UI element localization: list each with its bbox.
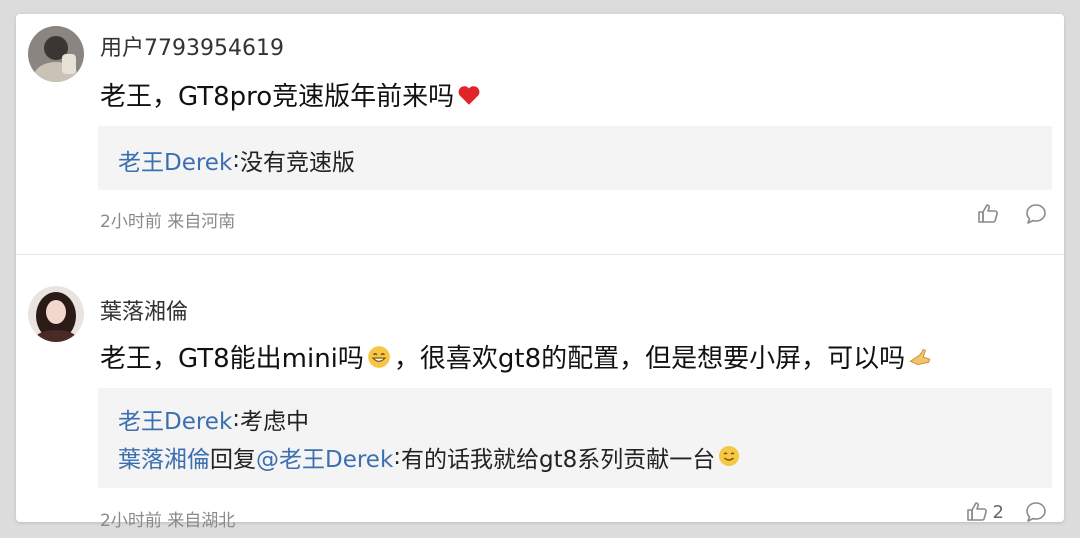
praying-hands-icon	[907, 344, 933, 370]
username[interactable]: 用户7793954619	[100, 30, 284, 62]
time-location: 2小时前 来自河南	[100, 212, 236, 232]
reply-separator: :	[393, 444, 402, 470]
reply-line: 老王Derek: 没有竞速版	[118, 143, 355, 177]
avatar[interactable]	[28, 286, 84, 342]
comment-card: 用户7793954619 老王，GT8pro竞速版年前来吗 老王Derek: 没有…	[16, 14, 1064, 531]
comment-item: 用户7793954619 老王，GT8pro竞速版年前来吗 老王Derek: 没有…	[16, 14, 1064, 254]
mention-link[interactable]: @老王Derek	[256, 440, 393, 474]
like-button[interactable]: 2	[965, 500, 1004, 524]
reply-content: 考虑中	[240, 409, 310, 435]
reply-separator: :	[232, 406, 241, 432]
grin-face-icon	[366, 344, 392, 370]
comment-item: 葉落湘倫 老王，GT8能出mini吗 ，很喜欢gt8的配置，但是想要小屏，可以吗	[16, 258, 1064, 531]
reply-button[interactable]	[1024, 202, 1048, 226]
thumbs-up-icon	[965, 500, 989, 524]
comment-text-part2: ，很喜欢gt8的配置，但是想要小屏，可以吗	[393, 344, 906, 374]
comment-bubble-icon	[1024, 500, 1048, 524]
reply-verb: 回复	[210, 447, 256, 473]
reply-box[interactable]: 老王Derek: 考虑中 葉落湘倫 回复 @老王Derek: 有的话我就给gt8系列贡献…	[98, 388, 1052, 488]
reply-separator: :	[232, 147, 241, 173]
reply-author-link[interactable]: 老王Derek	[118, 143, 232, 177]
username[interactable]: 葉落湘倫	[100, 294, 188, 326]
like-count: 2	[992, 501, 1004, 523]
comment-text-part1: 老王，GT8能出mini吗	[100, 344, 364, 374]
avatar[interactable]	[28, 26, 84, 82]
reply-line: 葉落湘倫 回复 @老王Derek: 有的话我就给gt8系列贡献一台	[118, 440, 745, 474]
time-location: 2小时前 来自湖北	[100, 511, 236, 531]
like-button[interactable]	[976, 202, 1004, 226]
comment-text: 老王，GT8能出mini吗 ，很喜欢gt8的配置，但是想要小屏，可以吗	[100, 338, 935, 375]
reply-author-link[interactable]: 老王Derek	[118, 402, 232, 436]
thumbs-up-icon	[976, 202, 1000, 226]
reply-button[interactable]	[1024, 500, 1048, 524]
comment-bubble-icon	[1024, 202, 1048, 226]
comment-text: 老王，GT8pro竞速版年前来吗	[100, 76, 484, 113]
red-heart-icon	[456, 82, 482, 108]
reply-author-link[interactable]: 葉落湘倫	[118, 440, 210, 474]
comment-divider	[16, 254, 1064, 255]
comment-text-content: 老王，GT8pro竞速版年前来吗	[100, 82, 455, 112]
reply-content: 没有竞速版	[240, 150, 356, 176]
reply-box[interactable]: 老王Derek: 没有竞速版	[98, 126, 1052, 190]
reply-content: 有的话我就给gt8系列贡献一台	[401, 447, 716, 473]
comment-actions: 2	[965, 500, 1048, 524]
reply-line: 老王Derek: 考虑中	[118, 402, 309, 436]
smile-face-icon	[717, 444, 743, 470]
comment-actions	[976, 202, 1048, 226]
